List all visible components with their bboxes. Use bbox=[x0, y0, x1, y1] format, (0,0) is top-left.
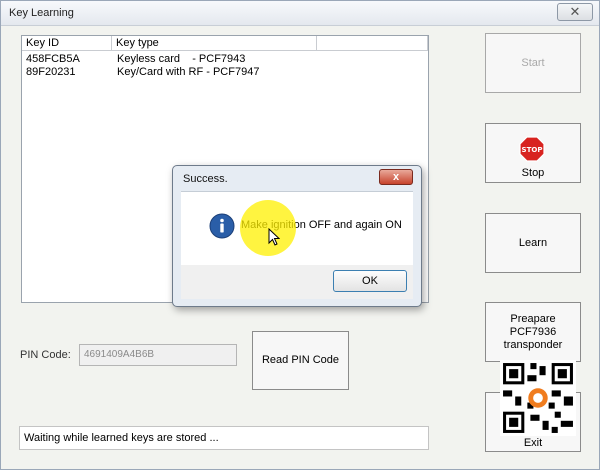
learn-button[interactable]: Learn bbox=[485, 213, 581, 273]
stop-label: Stop bbox=[521, 167, 545, 179]
pin-code-field[interactable]: 4691409A4B6B bbox=[79, 344, 237, 366]
stop-sign-icon: STOP bbox=[519, 136, 545, 162]
prepare-transponder-button[interactable]: Preapare PCF7936 transponder bbox=[485, 302, 581, 362]
ok-button[interactable]: OK bbox=[333, 270, 407, 292]
stop-button[interactable]: STOP Stop bbox=[485, 123, 581, 183]
table-row[interactable]: 458FCB5A Keyless card - PCF7943 bbox=[22, 53, 428, 66]
info-icon bbox=[209, 213, 235, 239]
window-title: Key Learning bbox=[9, 7, 74, 19]
mouse-cursor-icon bbox=[268, 228, 280, 246]
dialog-footer: OK bbox=[181, 265, 413, 299]
column-key-type[interactable]: Key type bbox=[112, 36, 317, 51]
read-pin-code-button[interactable]: Read PIN Code bbox=[252, 331, 349, 390]
key-id-cell: 458FCB5A bbox=[26, 53, 80, 65]
prepare-label-line3: transponder bbox=[503, 339, 563, 351]
exit-label: Exit bbox=[523, 437, 543, 449]
status-message: Waiting while learned keys are stored ..… bbox=[19, 426, 429, 450]
column-empty bbox=[317, 36, 428, 51]
dialog-body: Make ignition OFF and again ON bbox=[181, 191, 413, 266]
start-button[interactable]: Start bbox=[485, 33, 581, 93]
qr-code-icon bbox=[500, 360, 576, 436]
dialog-close-button[interactable]: x bbox=[379, 169, 413, 185]
dialog-title: Success. bbox=[183, 173, 228, 185]
success-dialog: Success. x Make ignition OFF and again O… bbox=[172, 165, 422, 307]
prepare-label-line2: PCF7936 bbox=[509, 326, 557, 338]
list-header: Key ID Key type bbox=[22, 36, 428, 52]
key-type-cell: Keyless card - PCF7943 bbox=[117, 53, 246, 65]
key-id-cell: 89F20231 bbox=[26, 66, 76, 78]
key-type-cell: Key/Card with RF - PCF7947 bbox=[117, 66, 260, 78]
prepare-label-line1: Preapare bbox=[510, 313, 556, 325]
title-bar: Key Learning ✕ bbox=[1, 1, 599, 26]
window-close-button[interactable]: ✕ bbox=[557, 3, 593, 21]
table-row[interactable]: 89F20231 Key/Card with RF - PCF7947 bbox=[22, 66, 428, 79]
column-key-id[interactable]: Key ID bbox=[22, 36, 112, 51]
pin-code-label: PIN Code: bbox=[20, 349, 71, 361]
stop-sign-text: STOP bbox=[522, 146, 543, 154]
